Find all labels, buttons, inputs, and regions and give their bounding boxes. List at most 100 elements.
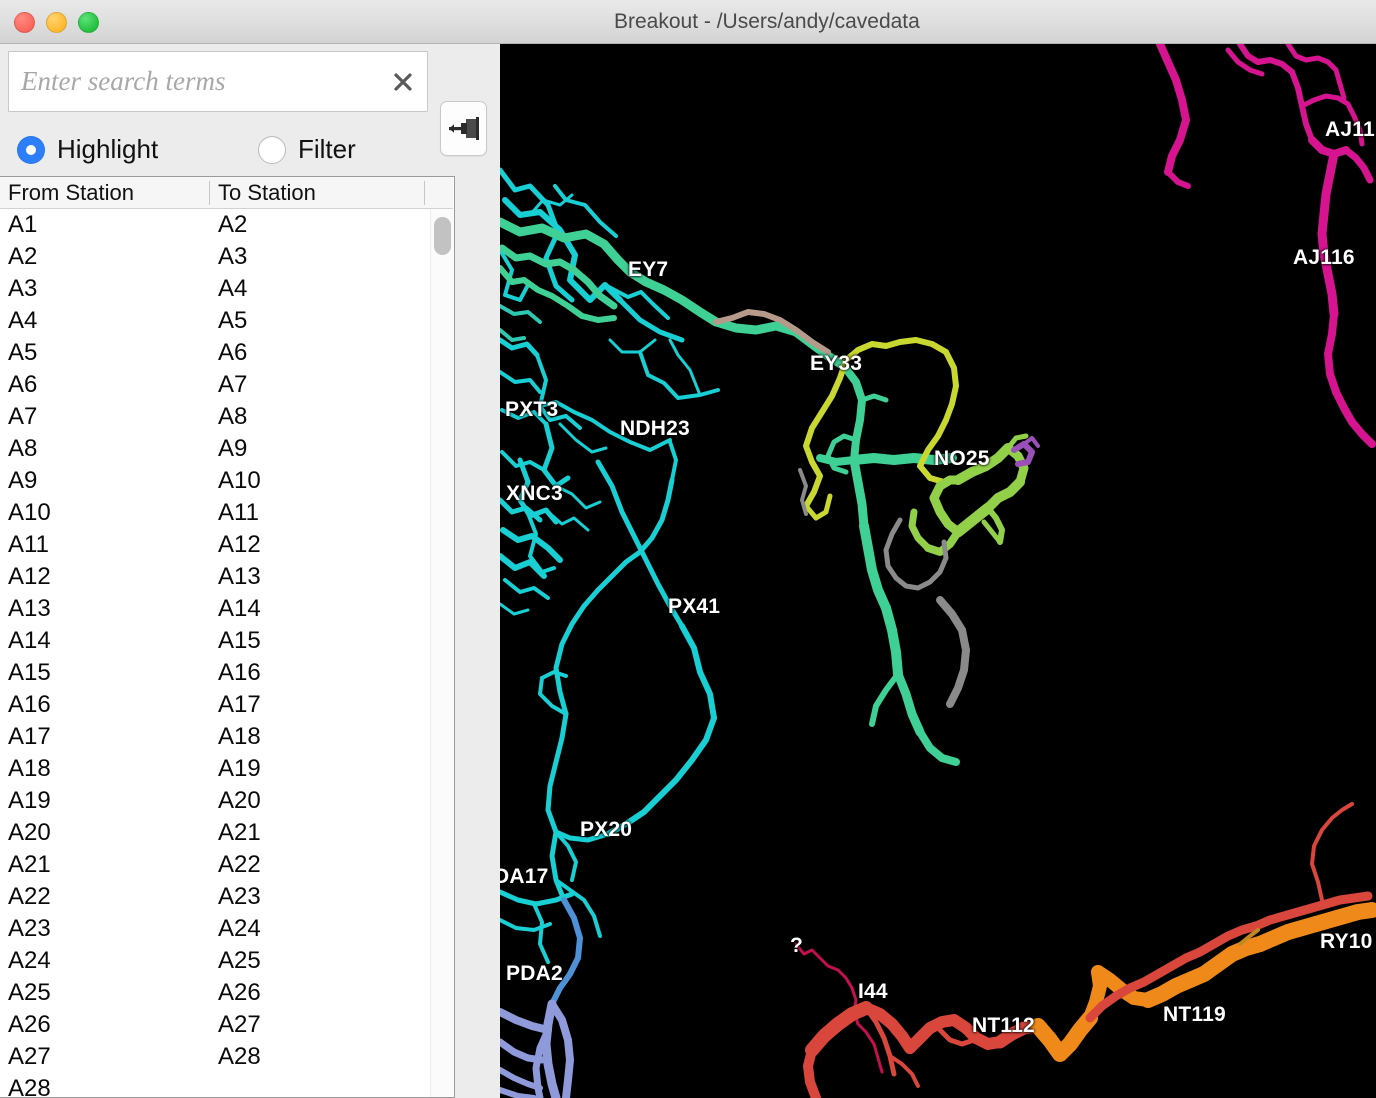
cell-from-station: A7 (8, 403, 38, 430)
table-row[interactable]: A17 A18 (0, 721, 430, 753)
table-row[interactable]: A2 A3 (0, 241, 430, 273)
sidebar-gutter (455, 176, 500, 1098)
cell-from-station: A21 (8, 851, 51, 878)
cell-from-station: A8 (8, 435, 38, 462)
radio-filter[interactable]: Filter (258, 134, 356, 165)
cell-to-station: A25 (218, 947, 261, 974)
window-title-bar[interactable]: Breakout - /Users/andy/cavedata (0, 0, 1376, 44)
cell-from-station: A27 (8, 1043, 51, 1070)
clear-search-icon[interactable] (392, 71, 414, 93)
column-divider[interactable] (209, 181, 210, 205)
table-row[interactable]: A24 A25 (0, 945, 430, 977)
table-row[interactable]: A6 A7 (0, 369, 430, 401)
cell-to-station: A11 (218, 499, 259, 526)
cell-to-station: A26 (218, 979, 261, 1006)
cell-from-station: A15 (8, 659, 51, 686)
table-row[interactable]: A14 A15 (0, 625, 430, 657)
cell-from-station: A23 (8, 915, 51, 942)
search-mode-radio-group: Highlight Filter (0, 126, 500, 174)
table-row[interactable]: A13 A14 (0, 593, 430, 625)
cell-from-station: A24 (8, 947, 51, 974)
cell-to-station: A22 (218, 851, 261, 878)
cell-from-station: A26 (8, 1011, 51, 1038)
minimize-button[interactable] (46, 12, 67, 33)
table-body[interactable]: A1 A2 A2 A3 A3 A4 A4 A5 A5 A6 A6 A7 A7 A8 A8 A9 A9 A10 A10… (0, 209, 430, 1097)
table-row[interactable]: A5 A6 (0, 337, 430, 369)
radio-highlight-label: Highlight (57, 134, 159, 164)
cell-to-station: A14 (218, 595, 261, 622)
cell-to-station: A15 (218, 627, 261, 654)
cell-to-station: A12 (218, 531, 261, 558)
radio-highlight[interactable]: Highlight (17, 134, 158, 165)
cell-to-station: A23 (218, 883, 261, 910)
search-row (0, 44, 500, 118)
radio-filter-label: Filter (298, 134, 356, 164)
radio-filter-dot[interactable] (258, 135, 286, 164)
cell-from-station: A19 (8, 787, 51, 814)
cell-from-station: A9 (8, 467, 38, 494)
table-row[interactable]: A8 A9 (0, 433, 430, 465)
table-scrollbar-thumb[interactable] (434, 217, 451, 255)
cell-from-station: A6 (8, 371, 38, 398)
table-scrollbar[interactable] (430, 209, 454, 1097)
cell-to-station: A19 (218, 755, 261, 782)
cell-from-station: A2 (8, 243, 38, 270)
search-box[interactable] (8, 51, 428, 112)
pin-panel-button[interactable] (440, 101, 487, 156)
cell-from-station: A5 (8, 339, 38, 366)
cell-to-station: A17 (218, 691, 261, 718)
cell-from-station: A16 (8, 691, 51, 718)
table-row[interactable]: A28 (0, 1073, 430, 1097)
table-row[interactable]: A22 A23 (0, 881, 430, 913)
cell-from-station: A13 (8, 595, 51, 622)
table-row[interactable]: A7 A8 (0, 401, 430, 433)
table-row[interactable]: A18 A19 (0, 753, 430, 785)
table-header: From Station To Station (0, 177, 453, 209)
cell-to-station: A28 (218, 1043, 261, 1070)
cell-to-station: A7 (218, 371, 248, 398)
cell-from-station: A12 (8, 563, 51, 590)
radio-highlight-dot[interactable] (17, 135, 45, 164)
cell-from-station: A20 (8, 819, 51, 846)
search-input[interactable] (21, 52, 381, 111)
table-row[interactable]: A26 A27 (0, 1009, 430, 1041)
table-row[interactable]: A4 A5 (0, 305, 430, 337)
cell-to-station: A20 (218, 787, 261, 814)
table-row[interactable]: A23 A24 (0, 913, 430, 945)
table-row[interactable]: A12 A13 (0, 561, 430, 593)
table-row[interactable]: A27 A28 (0, 1041, 430, 1073)
maximize-button[interactable] (78, 12, 99, 33)
column-divider[interactable] (424, 181, 425, 205)
cell-from-station: A18 (8, 755, 51, 782)
cell-to-station: A21 (218, 819, 261, 846)
close-button[interactable] (14, 12, 35, 33)
table-row[interactable]: A15 A16 (0, 657, 430, 689)
cell-from-station: A10 (8, 499, 51, 526)
cell-from-station: A22 (8, 883, 51, 910)
table-row[interactable]: A19 A20 (0, 785, 430, 817)
table-row[interactable]: A10 A11 (0, 497, 430, 529)
table-row[interactable]: A20 A21 (0, 817, 430, 849)
cell-from-station: A1 (8, 211, 38, 238)
cell-to-station: A2 (218, 211, 248, 238)
table-row[interactable]: A25 A26 (0, 977, 430, 1009)
cell-to-station: A3 (218, 243, 248, 270)
table-row[interactable]: A11 A12 (0, 529, 430, 561)
pushpin-icon (449, 117, 479, 140)
cell-to-station: A8 (218, 403, 248, 430)
cell-to-station: A18 (218, 723, 261, 750)
table-row[interactable]: A16 A17 (0, 689, 430, 721)
column-header-to-station[interactable]: To Station (218, 177, 316, 208)
cell-from-station: A25 (8, 979, 51, 1006)
table-row[interactable]: A21 A22 (0, 849, 430, 881)
cell-from-station: A11 (8, 531, 49, 558)
cell-to-station: A27 (218, 1011, 261, 1038)
table-row[interactable]: A1 A2 (0, 209, 430, 241)
window-controls (14, 12, 99, 33)
cell-to-station: A5 (218, 307, 248, 334)
table-row[interactable]: A9 A10 (0, 465, 430, 497)
table-row[interactable]: A3 A4 (0, 273, 430, 305)
window-title: Breakout - /Users/andy/cavedata (614, 10, 920, 33)
column-header-from-station[interactable]: From Station (8, 177, 134, 208)
cell-to-station: A10 (218, 467, 261, 494)
